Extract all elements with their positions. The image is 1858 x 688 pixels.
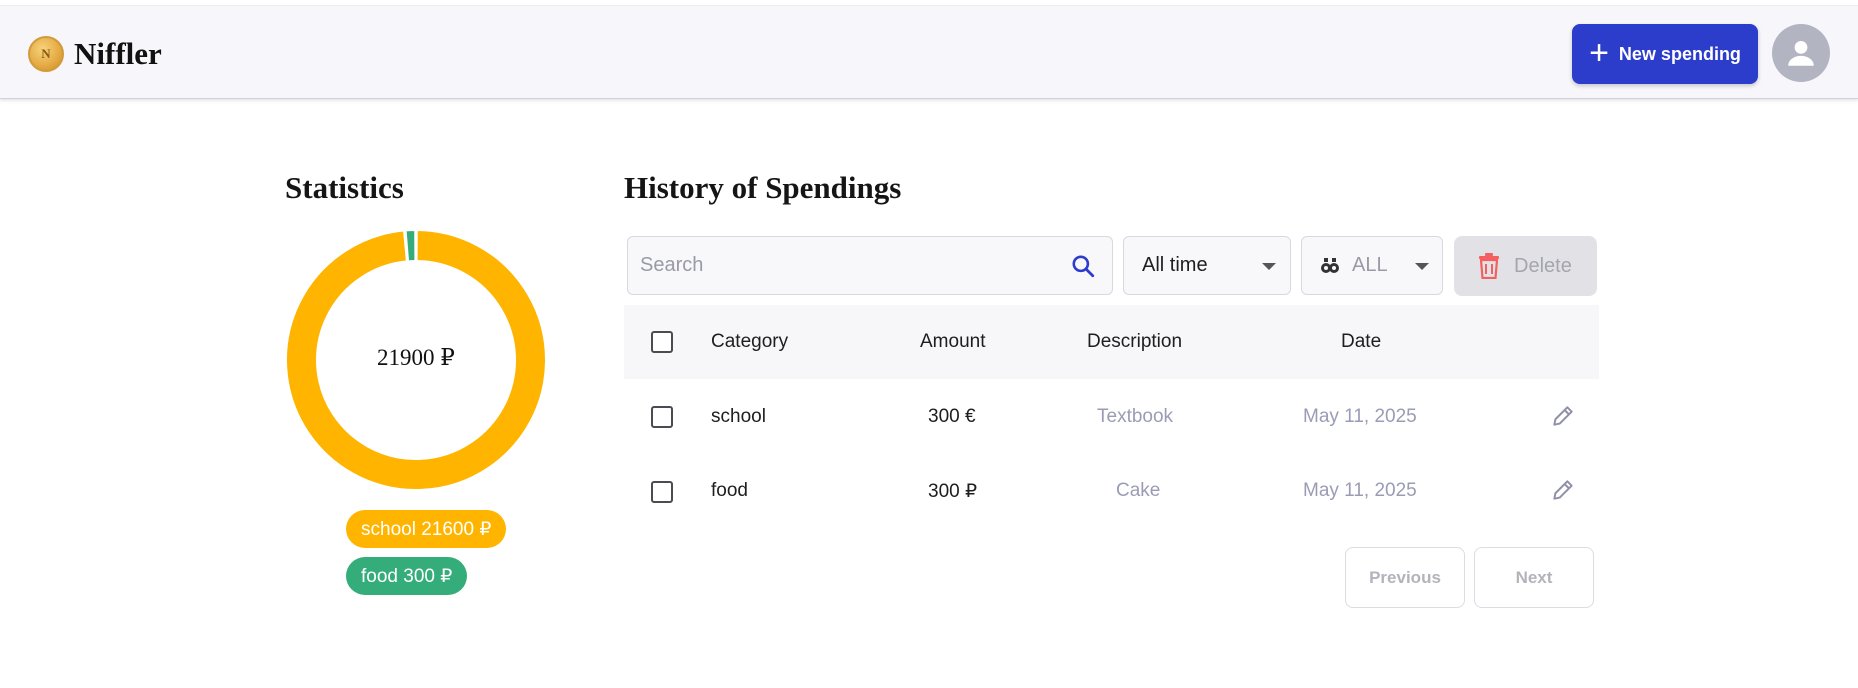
brand-name: Niffler [74, 36, 162, 71]
row-category: food [711, 480, 748, 501]
donut-total: 21900 ₽ [377, 345, 455, 370]
row-checkbox[interactable] [651, 481, 673, 503]
row-description: Cake [1116, 480, 1161, 501]
edit-icon[interactable] [1550, 403, 1576, 429]
currency-select[interactable]: ALL [1301, 236, 1443, 295]
row-category: school [711, 406, 766, 427]
new-spending-label: New spending [1618, 43, 1741, 64]
period-select-value: All time [1142, 254, 1208, 276]
brand-logo[interactable]: N Niffler [28, 34, 162, 74]
row-amount: 300 ₽ [928, 481, 978, 502]
search-box [627, 236, 1113, 295]
row-date: May 11, 2025 [1303, 406, 1417, 427]
app-header: N Niffler + New spending [0, 5, 1858, 99]
legend-chip-label: food 300 ₽ [361, 565, 453, 587]
next-page-button[interactable]: Next [1474, 547, 1594, 608]
search-input[interactable] [640, 237, 1060, 294]
coins-icon [1321, 258, 1339, 273]
history-title: History of Spendings [624, 170, 902, 205]
row-checkbox[interactable] [651, 406, 673, 428]
legend-chip-school: school 21600 ₽ [346, 510, 507, 548]
trash-icon [1479, 253, 1499, 279]
chevron-down-icon [1415, 263, 1429, 270]
column-header-date[interactable]: Date [1341, 331, 1381, 353]
currency-select-value: ALL [1352, 254, 1388, 276]
legend-chip-food: food 300 ₽ [346, 557, 468, 595]
delete-label: Delete [1514, 254, 1572, 277]
row-date: May 11, 2025 [1303, 480, 1417, 501]
row-amount: 300 € [928, 406, 976, 427]
new-spending-button[interactable]: + New spending [1572, 24, 1758, 84]
legend-chip-label: school 21600 ₽ [361, 518, 492, 540]
plus-icon: + [1589, 33, 1609, 72]
column-header-category[interactable]: Category [711, 331, 788, 353]
coin-letter: N [41, 46, 51, 61]
person-icon [1788, 40, 1814, 66]
edit-icon[interactable] [1550, 477, 1576, 503]
user-avatar-icon[interactable] [1772, 24, 1830, 82]
chevron-down-icon [1262, 263, 1276, 270]
statistics-title: Statistics [285, 170, 404, 205]
delete-button[interactable]: Delete [1454, 236, 1597, 296]
select-all-checkbox[interactable] [651, 331, 673, 353]
column-header-amount[interactable]: Amount [920, 331, 985, 353]
coin-logo-icon: N [28, 36, 64, 72]
period-select[interactable]: All time [1123, 236, 1291, 295]
search-icon[interactable] [1070, 253, 1096, 279]
row-description: Textbook [1097, 406, 1174, 427]
column-header-description[interactable]: Description [1087, 331, 1182, 353]
previous-page-button[interactable]: Previous [1345, 547, 1465, 608]
